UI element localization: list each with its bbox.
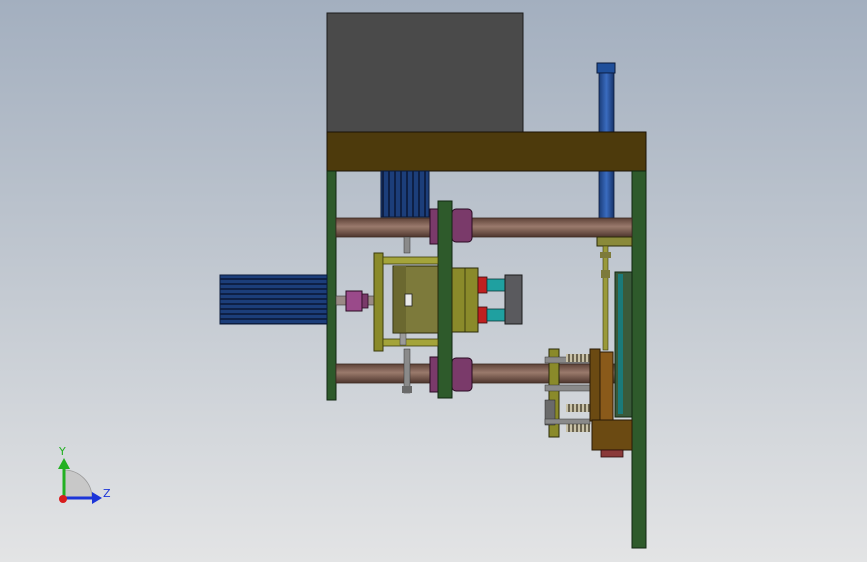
vertical-linkage[interactable] <box>600 245 611 351</box>
shaft-coupling[interactable] <box>335 290 377 312</box>
guide-rod-lower[interactable] <box>335 363 633 384</box>
coordinate-triad: Y Z <box>58 445 111 504</box>
right-slide-assembly[interactable] <box>614 271 633 418</box>
triad-arc <box>63 469 93 499</box>
x-axis-dot <box>59 495 67 503</box>
top-plate[interactable] <box>326 131 647 172</box>
screw-upper <box>403 236 411 254</box>
frame-post-right[interactable] <box>631 170 647 549</box>
z-axis-label: Z <box>103 487 111 500</box>
z-axis-arrowhead <box>92 492 102 504</box>
moving-plate[interactable] <box>437 200 453 399</box>
assembly-drawing: Y Z <box>58 12 647 549</box>
cylinder-base-bracket[interactable] <box>596 236 633 247</box>
bearing-upper-right[interactable] <box>451 208 473 243</box>
guide-rod-upper[interactable] <box>335 217 633 238</box>
frame-post-left[interactable] <box>326 170 337 401</box>
end-stop-block[interactable] <box>504 274 523 325</box>
cad-viewport[interactable]: Y Z <box>0 0 867 562</box>
screw-head <box>402 386 412 393</box>
mold-block[interactable] <box>392 265 439 334</box>
stepper-motor-upper[interactable] <box>380 170 430 218</box>
stepper-motor-horizontal[interactable] <box>219 274 328 325</box>
motor-housing[interactable] <box>326 12 524 133</box>
y-axis-arrowhead <box>58 458 70 469</box>
air-fittings[interactable] <box>477 276 506 324</box>
bearing-lower-right[interactable] <box>451 357 473 392</box>
y-axis-label: Y <box>58 445 66 458</box>
